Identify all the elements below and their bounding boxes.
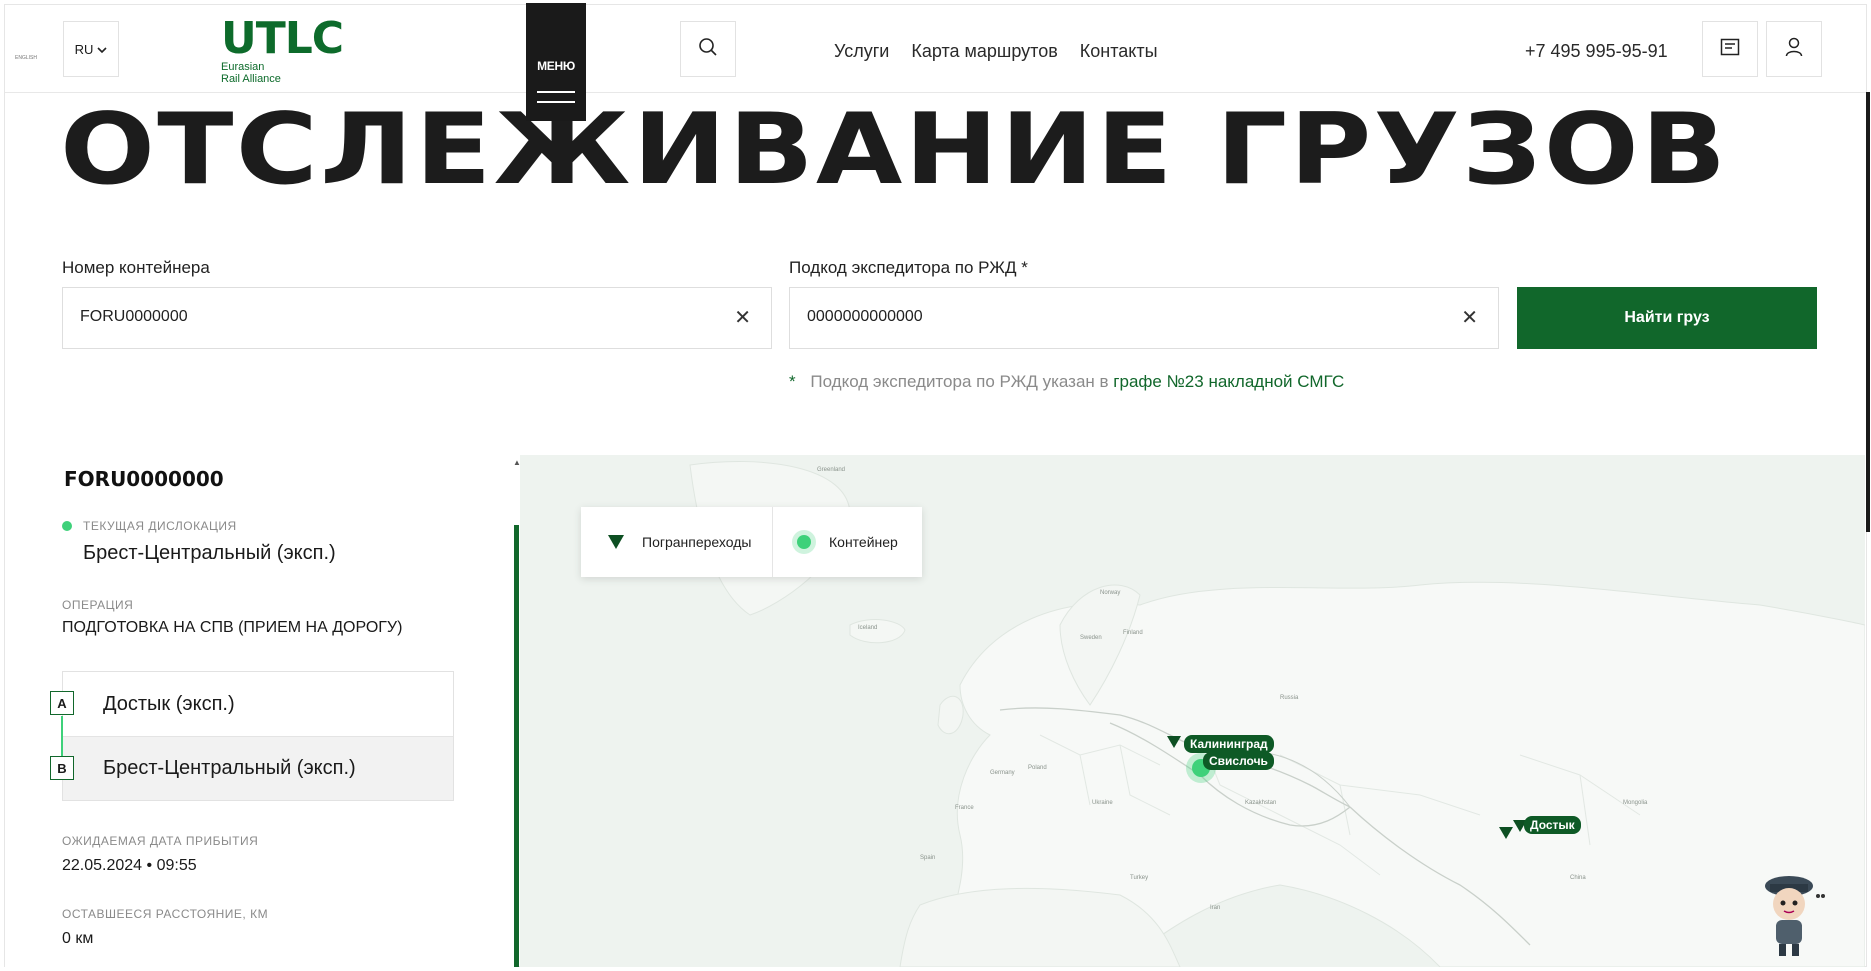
site-header: ENGLISH RU UTLC Eurasian Rail Alliance М…: [5, 3, 1866, 121]
hamburger-icon: [537, 91, 575, 111]
container-dot-icon: [797, 535, 811, 549]
chevron-down-icon: [97, 42, 107, 57]
user-icon: [1785, 37, 1803, 62]
border-crossing-marker-west[interactable]: [1167, 736, 1181, 748]
nav-route-map[interactable]: Карта маршрутов: [911, 41, 1057, 62]
legend-border-crossings[interactable]: Погранпереходы: [581, 507, 773, 577]
note-text: Подкод экспедитора по РЖД указан в: [810, 372, 1109, 391]
clear-code-icon[interactable]: ✕: [1461, 307, 1478, 329]
logo-subtitle-2: Rail Alliance: [221, 73, 281, 85]
phone-link[interactable]: +7 495 995-95-91: [1525, 41, 1668, 62]
route-destination: Брест-Центральный (эксп.): [63, 737, 453, 800]
smgs-link[interactable]: графе №23 накладной СМГС: [1113, 372, 1344, 391]
note-asterisk: *: [789, 372, 796, 391]
map-label-iran: Iran: [1210, 905, 1221, 911]
triangle-marker-icon: [608, 535, 624, 549]
tag-dostyk[interactable]: Достык: [1524, 816, 1581, 834]
container-id: FORU0000000: [64, 467, 224, 491]
pin-b-marker: B: [50, 756, 74, 780]
container-number-field[interactable]: FORU0000000 ✕: [62, 287, 772, 349]
current-location-value: Брест-Центральный (эксп.): [83, 542, 336, 564]
map-label-mongolia: Mongolia: [1623, 800, 1648, 806]
messages-button[interactable]: [1702, 21, 1758, 77]
panel-scrollbar[interactable]: [514, 525, 519, 967]
nav-services[interactable]: Услуги: [834, 41, 889, 62]
clear-container-icon[interactable]: ✕: [734, 307, 751, 329]
language-selector[interactable]: RU: [63, 21, 119, 77]
eta-label: ОЖИДАЕМАЯ ДАТА ПРИБЫТИЯ: [62, 834, 259, 848]
pin-a-marker: A: [50, 691, 74, 715]
search-button[interactable]: [680, 21, 736, 77]
message-icon: [1720, 38, 1740, 61]
account-button[interactable]: [1766, 21, 1822, 77]
utlc-logo[interactable]: UTLC Eurasian Rail Alliance: [221, 13, 381, 86]
language-label: RU: [74, 41, 94, 57]
page-scrollbar[interactable]: [1866, 92, 1870, 532]
route-connector: [61, 716, 63, 756]
route-box: Достык (эксп.) Брест-Центральный (эксп.): [62, 671, 454, 801]
map-label-norway: Norway: [1100, 590, 1121, 596]
current-location-dot: [62, 521, 72, 531]
map-label-iceland: Iceland: [858, 625, 878, 631]
distance-label: ОСТАВШЕЕСЯ РАССТОЯНИЕ, КМ: [62, 907, 269, 921]
menu-button[interactable]: МЕНЮ: [526, 3, 586, 121]
map-label-turkey: Turkey: [1130, 875, 1149, 881]
forwarder-code-label: Подкод экспедитора по РЖД *: [789, 258, 1028, 277]
legend-border-crossings-label: Погранпереходы: [642, 534, 752, 550]
map-label-germany: Germany: [990, 770, 1015, 776]
map-label-sweden: Sweden: [1080, 635, 1102, 641]
operation-value: ПОДГОТОВКА НА СПВ (ПРИЕМ НА ДОРОГУ): [62, 619, 403, 636]
map-label-russia: Russia: [1280, 695, 1299, 701]
map-legend: Погранпереходы Контейнер: [581, 507, 922, 577]
map-label-greenland: Greenland: [817, 467, 846, 473]
map-label-spain: Spain: [920, 855, 936, 861]
find-cargo-button[interactable]: Найти груз: [1517, 287, 1817, 349]
destination-station: Брест-Центральный (эксп.): [103, 757, 356, 779]
search-icon: [698, 37, 718, 62]
forwarder-code-value[interactable]: 0000000000000: [807, 308, 923, 326]
map-label-china: China: [1570, 875, 1586, 881]
map-label-poland: Poland: [1028, 765, 1047, 771]
route-origin: Достык (эксп.): [63, 672, 453, 737]
tag-kaliningrad[interactable]: Калининград: [1184, 735, 1274, 753]
legend-container[interactable]: Контейнер: [773, 507, 898, 577]
logo-wordmark: UTLC: [221, 13, 344, 64]
tag-svisloch[interactable]: Свислочь: [1203, 752, 1274, 770]
container-number-label: Номер контейнера: [62, 258, 210, 277]
language-english-link[interactable]: ENGLISH: [15, 55, 37, 61]
container-number-value[interactable]: FORU0000000: [80, 308, 188, 326]
forwarder-code-field[interactable]: 0000000000000 ✕: [789, 287, 1499, 349]
map-label-ukraine: Ukraine: [1092, 800, 1113, 806]
assistant-mascot-icon[interactable]: [1760, 872, 1826, 958]
distance-value: 0 км: [62, 930, 94, 947]
main-nav: Услуги Карта маршрутов Контакты: [834, 41, 1180, 62]
origin-station: Достык (эксп.): [103, 692, 235, 715]
operation-label: ОПЕРАЦИЯ: [62, 598, 134, 612]
border-crossing-marker-east[interactable]: [1499, 827, 1513, 839]
forwarder-code-note: * Подкод экспедитора по РЖД указан в гра…: [789, 372, 1344, 392]
map-label-finland: Finland: [1123, 630, 1143, 636]
menu-label: МЕНЮ: [537, 59, 575, 73]
page-title: ОТСЛЕЖИВАНИЕ ГРУЗОВ: [60, 93, 1729, 207]
current-location-label: ТЕКУЩАЯ ДИСЛОКАЦИЯ: [83, 519, 237, 533]
eta-value: 22.05.2024 • 09:55: [62, 857, 197, 874]
map-label-france: France: [955, 805, 974, 811]
map-label-kazakhstan: Kazakhstan: [1245, 800, 1277, 806]
nav-contacts[interactable]: Контакты: [1080, 41, 1158, 62]
legend-container-label: Контейнер: [829, 534, 898, 550]
